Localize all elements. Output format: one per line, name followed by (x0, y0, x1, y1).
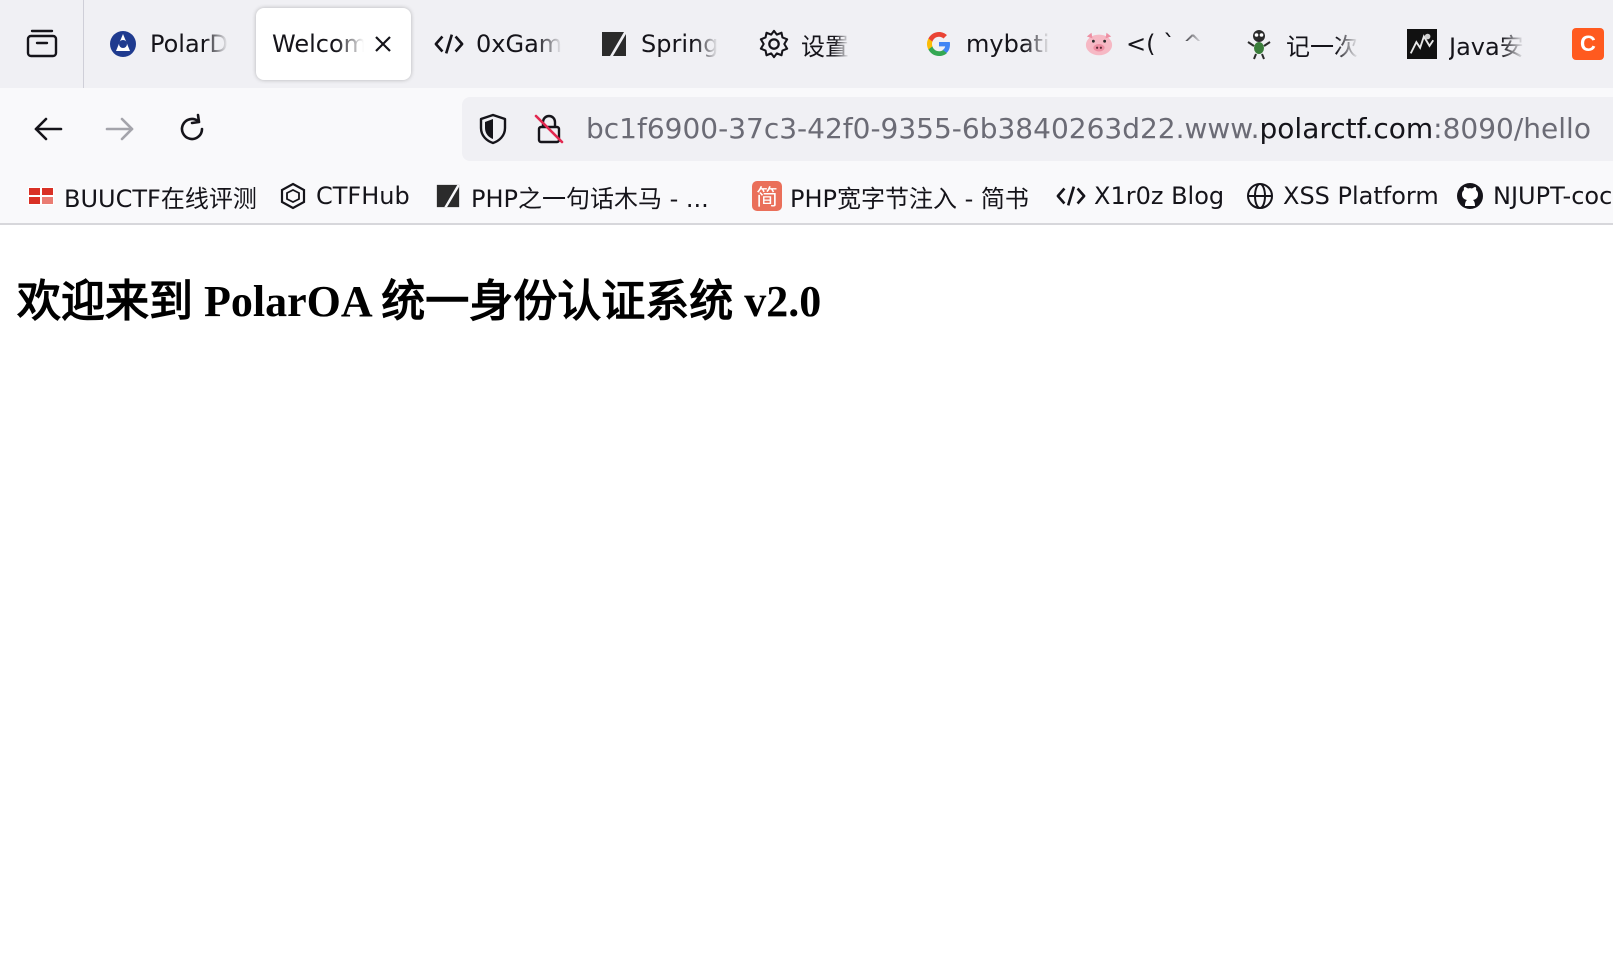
google-icon (924, 29, 954, 59)
bookmark-label: CTFHub (316, 182, 410, 210)
tab-overview-button[interactable] (0, 0, 84, 88)
page-content: 欢迎来到 PolarOA 统一身份认证系统 v2.0 (0, 225, 1613, 959)
tab-settings[interactable]: 设置 (735, 8, 900, 80)
slash-icon (599, 29, 629, 59)
tab-label: 0xGam (476, 30, 563, 58)
bookmark-njupt[interactable]: NJUPT-coc (1455, 178, 1612, 214)
bookmark-label: NJUPT-coc (1493, 182, 1613, 210)
bookmark-php-widebyte[interactable]: 简 PHP宽字节注入 - 简书 (752, 178, 1029, 214)
bookmark-php-trojan[interactable]: PHP之一句话木马 - ... (433, 178, 709, 214)
ctfhub-icon (278, 181, 308, 211)
tab-mybatis[interactable]: mybati (900, 8, 1065, 80)
tab-emoticon[interactable]: <( ` ^ (1060, 8, 1225, 80)
tab-label: PolarD (150, 30, 229, 58)
bookmark-ctfhub[interactable]: CTFHub (278, 178, 410, 214)
arrow-left-icon (34, 117, 63, 141)
forward-button[interactable] (99, 108, 141, 150)
tab-0xgame[interactable]: 0xGam (410, 8, 580, 80)
reload-icon (180, 113, 204, 141)
dark-square-icon (1407, 29, 1437, 59)
arrow-right-icon (105, 117, 134, 141)
polar-logo-icon (108, 29, 138, 59)
bookmark-x1r0z-blog[interactable]: X1r0z Blog (1056, 178, 1224, 214)
reload-button[interactable] (171, 108, 213, 150)
gear-icon (759, 29, 789, 59)
github-icon (1455, 181, 1485, 211)
orange-c-glyph: C (1580, 31, 1596, 56)
bookmark-label: BUUCTF在线评测 (64, 184, 257, 213)
bookmark-label: XSS Platform (1283, 182, 1439, 210)
tab-polard[interactable]: PolarD (84, 8, 254, 80)
bookmarks-toolbar: BUUCTF在线评测 CTFHub PHP之一句话木马 - ... 简 PHP宽… (0, 170, 1613, 225)
jianshu-glyph: 简 (755, 186, 778, 211)
close-tab-icon[interactable] (370, 31, 396, 57)
bookmark-label: PHP之一句话木马 - ... (471, 184, 709, 213)
address-bar[interactable]: bc1f6900-37c3-42f0-9355-6b3840263d22.www… (462, 97, 1613, 161)
bookmark-label: X1r0z Blog (1094, 182, 1225, 210)
bookmark-xss-platform[interactable]: XSS Platform (1245, 178, 1439, 214)
tab-label: <( ` ^ (1126, 30, 1203, 58)
tab-welcome-active[interactable]: Welcom (256, 8, 411, 80)
tab-java[interactable]: Java安 (1383, 8, 1548, 80)
code-icon (434, 29, 464, 59)
orange-c-icon: C (1572, 28, 1604, 60)
page-heading: 欢迎来到 PolarOA 统一身份认证系统 v2.0 (17, 277, 822, 326)
pig-icon (1084, 29, 1114, 59)
tab-strip: PolarD Welcom 0xGam Spring 设置 mybati <(… (0, 0, 1613, 88)
tab-label: 设置 (801, 32, 849, 61)
tracking-protection-shield-icon[interactable] (476, 112, 510, 146)
globe-icon (1245, 181, 1275, 211)
browser-window: PolarD Welcom 0xGam Spring 设置 mybati <(… (0, 0, 1613, 959)
bookmark-label: PHP宽字节注入 - 简书 (790, 184, 1029, 213)
tab-label: 记一次 (1286, 32, 1358, 61)
back-button[interactable] (27, 108, 69, 150)
url-prefix: bc1f6900-37c3-42f0-9355-6b3840263d22.www… (586, 112, 1260, 145)
code-icon (1056, 181, 1086, 211)
tab-overview-icon (26, 29, 57, 58)
url-text[interactable]: bc1f6900-37c3-42f0-9355-6b3840263d22.www… (586, 111, 1591, 147)
bookmark-buuctf[interactable]: BUUCTF在线评测 (26, 178, 257, 214)
slash-icon (433, 181, 463, 211)
tab-c[interactable]: C (1548, 8, 1613, 80)
url-domain: polarctf.com (1259, 112, 1434, 145)
navigation-toolbar: bc1f6900-37c3-42f0-9355-6b3840263d22.www… (0, 88, 1613, 170)
ant-icon (1244, 29, 1274, 60)
tab-jiyici[interactable]: 记一次 (1220, 8, 1385, 80)
buuctf-icon (26, 181, 56, 211)
tab-label: mybati (966, 30, 1050, 58)
jianshu-icon: 简 (752, 181, 782, 211)
tab-label: Welcom (272, 30, 364, 58)
tab-label: Java安 (1449, 32, 1524, 61)
insecure-lock-icon[interactable] (532, 112, 566, 146)
tab-label: Spring (641, 30, 719, 58)
url-suffix: :8090/hello (1433, 112, 1591, 145)
tab-spring[interactable]: Spring (575, 8, 740, 80)
